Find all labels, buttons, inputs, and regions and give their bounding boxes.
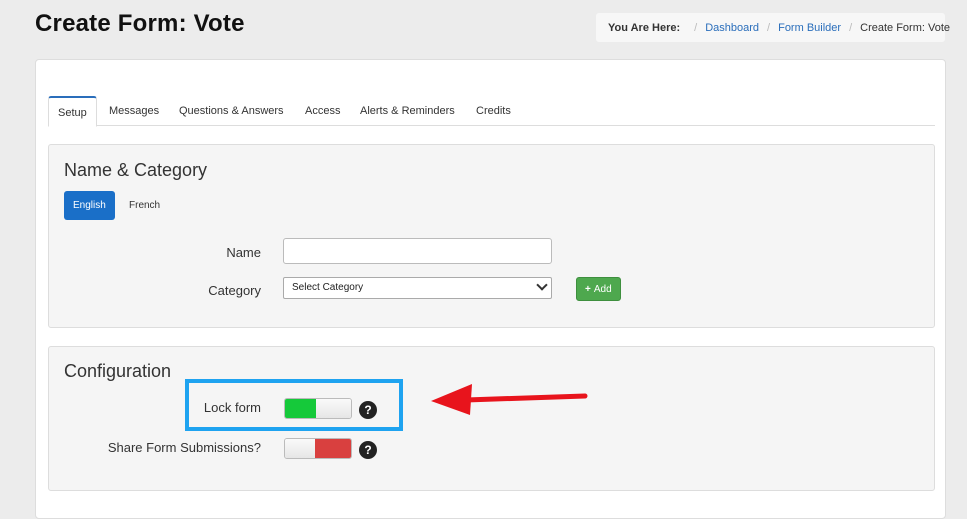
language-tab-french[interactable]: French [120,191,169,220]
tab-bar: Setup Messages Questions & Answers Acces… [48,96,935,127]
form-card: Setup Messages Questions & Answers Acces… [35,59,946,519]
plus-icon: + [585,284,591,295]
share-submissions-toggle[interactable] [284,438,352,459]
breadcrumb-separator: / [694,21,698,34]
category-select[interactable]: Select Category [283,277,552,299]
breadcrumb-separator: / [849,21,853,34]
add-category-button[interactable]: + Add [576,277,621,301]
name-input[interactable] [283,238,552,264]
arrow-left-icon [431,384,588,415]
breadcrumb-separator: / [767,21,771,34]
tab-credits[interactable]: Credits [476,96,511,126]
tab-messages[interactable]: Messages [109,96,159,126]
breadcrumb-form-builder[interactable]: Form Builder [778,22,841,34]
toggle-off-segment [315,439,351,458]
tab-access[interactable]: Access [305,96,340,126]
add-category-label: Add [593,284,612,295]
tab-questions-answers[interactable]: Questions & Answers [179,96,284,126]
chevron-down-icon [536,279,548,291]
lock-form-highlight [185,379,403,431]
category-select-value: Select Category [292,282,364,293]
name-label: Name [226,245,261,260]
category-label: Category [208,283,261,298]
breadcrumb: You Are Here: / Dashboard / Form Builder… [596,13,950,42]
tab-setup[interactable]: Setup [48,96,97,127]
language-tab-english[interactable]: English [64,191,115,220]
share-submissions-label: Share Form Submissions? [107,440,261,455]
name-category-title: Name & Category [64,160,208,180]
breadcrumb-label: You Are Here: [608,21,681,34]
configuration-title: Configuration [64,361,172,381]
tab-alerts-reminders[interactable]: Alerts & Reminders [360,96,455,126]
breadcrumb-dashboard[interactable]: Dashboard [705,22,759,34]
breadcrumb-current: Create Form: Vote [860,21,950,34]
name-category-panel: Name & Category English French Name Cate… [48,144,935,328]
question-circle-icon[interactable]: ? [359,441,377,459]
page-title: Create Form: Vote [35,10,245,37]
